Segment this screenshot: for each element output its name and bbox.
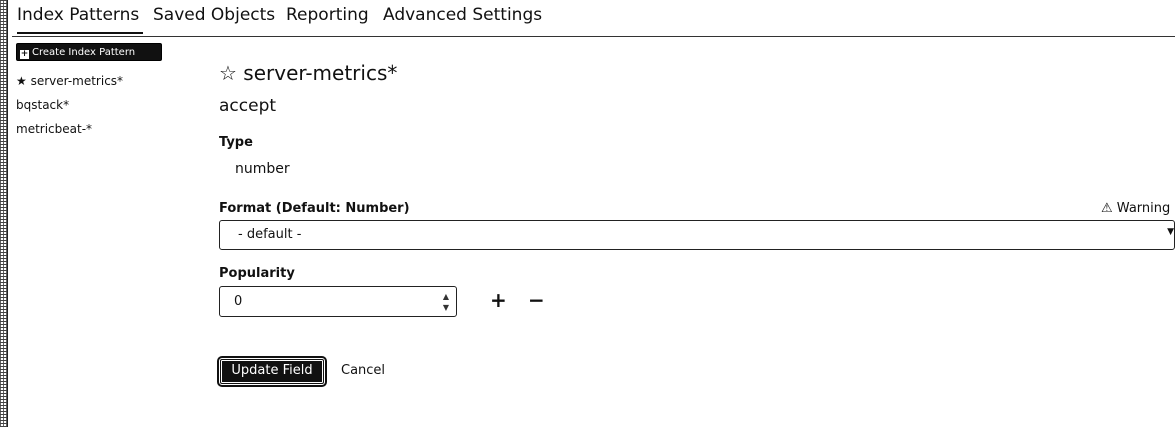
active-tab-indicator [17,32,143,34]
tab-advanced-settings[interactable]: Advanced Settings [383,5,542,25]
create-index-pattern-button[interactable]: + Create Index Pattern [16,43,162,61]
sidebar-item-server-metrics[interactable]: ★ server-metrics* [16,74,123,88]
popularity-input[interactable]: 0 ▲ ▼ [219,286,457,317]
format-select[interactable]: - default - ▼ [219,220,1175,250]
star-icon: ☆ [219,61,237,85]
page-title-text: server-metrics* [243,61,398,85]
decrease-popularity-button[interactable]: − [528,288,545,312]
update-field-button[interactable]: Update Field [217,356,327,387]
tab-saved-objects[interactable]: Saved Objects [153,5,275,25]
star-icon: ★ [16,74,27,88]
caret-down-icon: ▼ [1167,227,1174,237]
sidebar-item-bqstack[interactable]: bqstack* [16,98,69,112]
popularity-label: Popularity [219,266,295,281]
format-select-value: - default - [238,227,302,242]
sidebar-item-metricbeat[interactable]: metricbeat-* [16,122,92,136]
warning-indicator[interactable]: ⚠ Warning [1101,201,1170,216]
tab-index-patterns[interactable]: Index Patterns [17,5,139,25]
top-navigation: Index Patterns Saved Objects Reporting A… [12,0,1175,37]
sidebar-item-label: server-metrics* [30,74,124,88]
window-left-edge [0,0,8,427]
type-label: Type [219,135,253,150]
cancel-button[interactable]: Cancel [341,363,385,378]
format-label: Format (Default: Number) [219,201,410,216]
field-name: accept [219,96,277,116]
plus-icon: + [20,49,29,59]
popularity-value: 0 [234,294,243,309]
number-spinner-icon[interactable]: ▲ ▼ [440,291,452,313]
page-title: ☆ server-metrics* [219,61,397,85]
tab-reporting[interactable]: Reporting [286,5,369,25]
create-index-pattern-label: Create Index Pattern [32,47,136,58]
warning-icon: ⚠ [1101,201,1113,216]
type-value: number [235,161,290,177]
increase-popularity-button[interactable]: + [490,288,507,312]
warning-label: Warning [1116,201,1171,216]
